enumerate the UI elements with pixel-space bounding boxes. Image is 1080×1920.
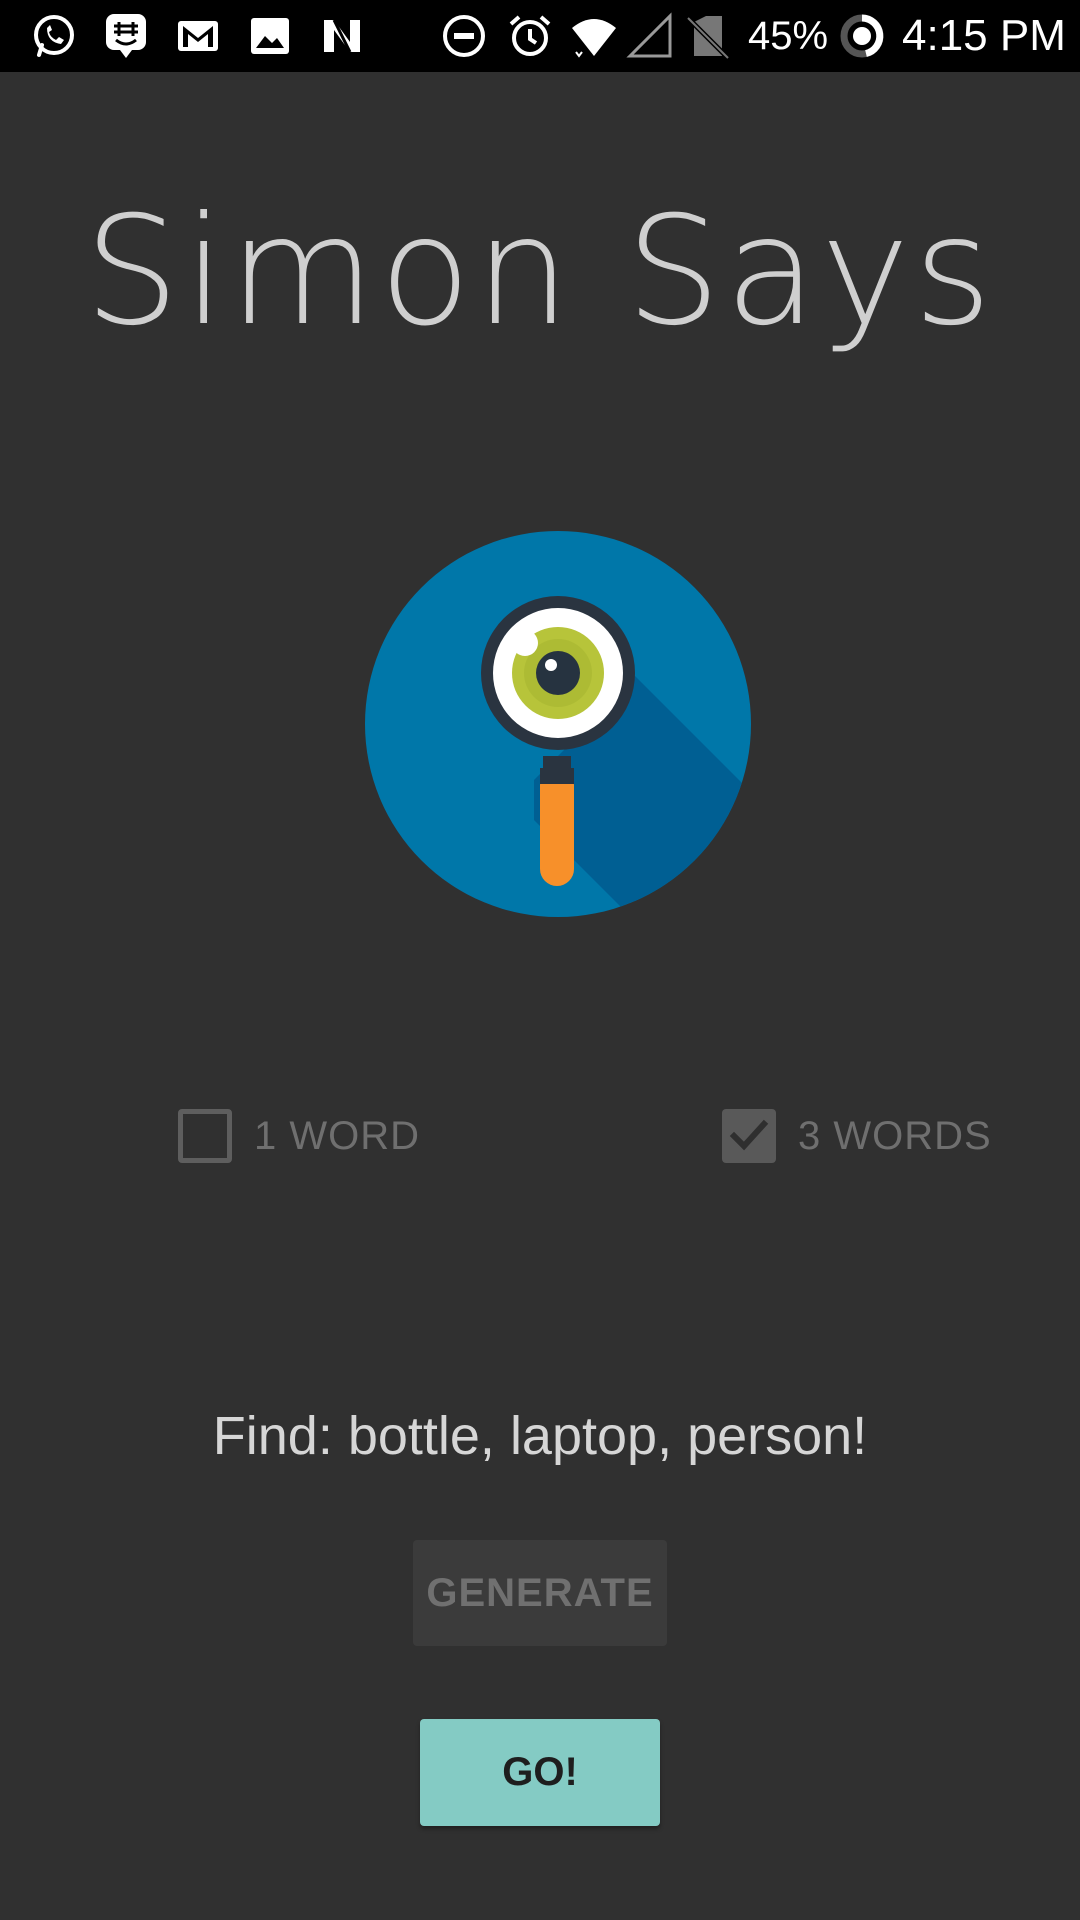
find-prompt-text: Find: bottle, laptop, person! <box>212 1406 868 1466</box>
one-word-label: 1 WORD <box>254 1113 420 1158</box>
magnifying-eye-icon <box>364 530 752 918</box>
n-app-icon <box>318 12 366 60</box>
three-words-label: 3 WORDS <box>798 1113 992 1158</box>
alarm-icon <box>506 12 554 60</box>
battery-percentage: 45% <box>748 14 829 58</box>
gallery-icon <box>246 12 294 60</box>
app-title: Simon Says <box>84 185 996 359</box>
checkbox-unchecked-icon[interactable] <box>178 1109 232 1163</box>
one-word-checkbox[interactable]: 1 WORD <box>178 1108 420 1164</box>
generate-button[interactable]: GENERATE <box>413 1540 667 1646</box>
checkbox-checked-icon[interactable] <box>722 1109 776 1163</box>
whatsapp-icon <box>30 12 78 60</box>
gmail-icon <box>174 12 222 60</box>
do-not-disturb-icon <box>440 12 488 60</box>
signal-icon <box>626 12 674 60</box>
go-button[interactable]: GO! <box>420 1719 660 1826</box>
no-sim-icon <box>684 12 732 60</box>
clock: 4:15 PM <box>902 11 1066 60</box>
battery-icon <box>838 12 886 60</box>
three-words-checkbox[interactable]: 3 WORDS <box>722 1108 992 1164</box>
groupme-icon <box>102 12 150 60</box>
status-bar: 45% 4:15 PM <box>0 0 1080 72</box>
wifi-icon <box>570 12 618 60</box>
